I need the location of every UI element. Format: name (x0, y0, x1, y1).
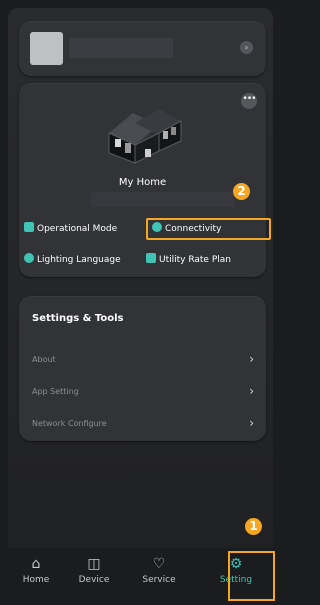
house-icon: ⌂ (31, 556, 41, 572)
user-name-placeholder (69, 38, 173, 58)
settings-item-label: App Setting (32, 387, 79, 396)
chevron-right-icon: › (249, 384, 254, 398)
operational-mode-option[interactable]: Operational Mode (24, 222, 117, 236)
tab-home[interactable]: ⌂ Home (11, 554, 61, 585)
lighting-language-option[interactable]: Lighting Language (24, 253, 121, 267)
connectivity-highlight (146, 218, 271, 240)
home-address-placeholder (91, 192, 234, 207)
more-icon[interactable]: ••• (241, 93, 257, 109)
chevron-right-icon[interactable]: › (240, 41, 253, 54)
heart-hand-icon: ♡ (152, 556, 166, 572)
option-label: Utility Rate Plan (159, 255, 231, 265)
settings-item-network-configure[interactable]: Network Configure › (19, 416, 266, 436)
device-icon: ◫ (87, 556, 101, 572)
house-image (108, 109, 182, 164)
profile-card[interactable]: › (19, 21, 266, 76)
bulb-icon (24, 253, 34, 263)
option-label: Lighting Language (37, 255, 121, 265)
settings-card: Settings & Tools About › App Setting › N… (19, 296, 266, 441)
settings-item-about[interactable]: About › (19, 352, 266, 372)
tab-device[interactable]: ◫ Device (69, 554, 119, 585)
setting-tab-highlight (228, 551, 275, 601)
app-screen: › ••• My Home Settings & Tools About › A… (8, 8, 273, 600)
tab-label: Service (142, 575, 176, 585)
settings-item-app-setting[interactable]: App Setting › (19, 384, 266, 404)
bookmark-icon (146, 253, 156, 263)
avatar (30, 32, 63, 65)
tab-service[interactable]: ♡ Service (134, 554, 184, 585)
utility-rate-plan-option[interactable]: Utility Rate Plan (146, 253, 231, 267)
tab-label: Home (22, 575, 50, 585)
tab-label: Device (78, 575, 110, 585)
step-badge-2: 2 (233, 183, 250, 200)
option-label: Operational Mode (37, 224, 118, 234)
settings-item-label: Network Configure (32, 419, 107, 428)
chevron-right-icon: › (249, 352, 254, 366)
flag-icon (24, 222, 34, 232)
step-badge-1: 1 (245, 518, 262, 535)
chevron-right-icon: › (249, 416, 254, 430)
settings-item-label: About (32, 355, 56, 364)
home-card: ••• My Home (19, 83, 266, 277)
section-title: Settings & Tools (32, 313, 124, 324)
home-title: My Home (118, 177, 167, 188)
